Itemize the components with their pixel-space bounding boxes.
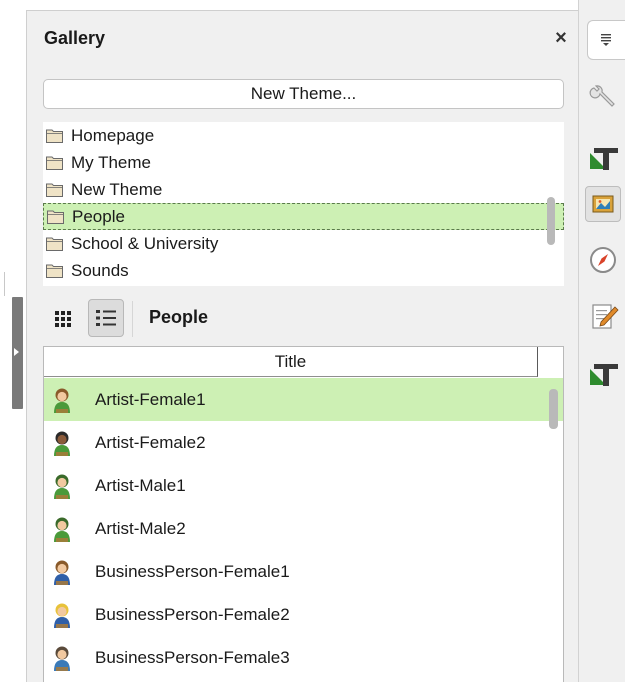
gallery-icon bbox=[592, 195, 614, 213]
list-icon bbox=[96, 310, 116, 326]
edge-divider bbox=[4, 272, 5, 296]
artist-female-dark-icon bbox=[51, 429, 73, 457]
theme-label: My Theme bbox=[71, 152, 151, 172]
folder-icon bbox=[46, 236, 63, 251]
table-row[interactable]: Artist-Male1 bbox=[44, 464, 563, 507]
styles-tab[interactable] bbox=[585, 138, 621, 174]
sidebar-tab-bar bbox=[578, 0, 625, 682]
theme-item[interactable]: New Theme bbox=[43, 176, 564, 203]
new-theme-button[interactable]: New Theme... bbox=[43, 79, 564, 109]
theme-item[interactable]: My Theme bbox=[43, 149, 564, 176]
business-female-blue-icon bbox=[51, 644, 73, 672]
table-row[interactable]: Artist-Male2 bbox=[44, 507, 563, 550]
theme-label: Sounds bbox=[71, 260, 129, 280]
items-scrollbar[interactable] bbox=[549, 389, 558, 429]
folder-icon bbox=[46, 182, 63, 197]
sidebar-menu-tab[interactable] bbox=[587, 20, 625, 60]
navigator-tab[interactable] bbox=[585, 242, 621, 278]
panel-title: Gallery bbox=[44, 28, 106, 48]
artist-female-icon bbox=[51, 386, 73, 414]
artist-male-icon bbox=[51, 515, 73, 543]
styles-icon bbox=[590, 364, 618, 386]
menu-icon bbox=[601, 34, 611, 46]
edit-icon bbox=[592, 304, 619, 329]
sidebar-collapse-handle[interactable] bbox=[12, 297, 23, 409]
gallery-tab[interactable] bbox=[585, 186, 621, 222]
folder-icon bbox=[47, 209, 64, 224]
business-female-blonde-icon bbox=[51, 601, 73, 629]
icon-view-button[interactable] bbox=[46, 302, 80, 336]
expand-arrow-icon bbox=[14, 348, 19, 356]
table-row[interactable]: Artist-Female2 bbox=[44, 421, 563, 464]
item-label: Artist-Male2 bbox=[95, 518, 186, 538]
item-label: BusinessPerson-Female2 bbox=[95, 604, 290, 624]
table-row[interactable]: BusinessPerson-Female3 bbox=[44, 636, 563, 679]
styles-icon bbox=[590, 148, 618, 170]
design-tab[interactable] bbox=[585, 354, 621, 390]
folder-icon bbox=[46, 155, 63, 170]
item-rows: Artist-Female1 Artist-Female2 Artist-Mal… bbox=[44, 378, 563, 679]
folder-icon bbox=[46, 128, 63, 143]
table-row-selected[interactable]: Artist-Female1 bbox=[44, 378, 563, 421]
table-row[interactable]: BusinessPerson-Female2 bbox=[44, 593, 563, 636]
manage-changes-tab[interactable] bbox=[585, 298, 621, 334]
item-label: BusinessPerson-Female3 bbox=[95, 647, 290, 667]
theme-item-selected[interactable]: People bbox=[43, 203, 564, 230]
current-theme-label: People bbox=[149, 307, 209, 327]
theme-list-scrollbar[interactable] bbox=[547, 197, 555, 245]
item-label: Artist-Male1 bbox=[95, 475, 186, 495]
item-label: Artist-Female2 bbox=[95, 432, 206, 452]
compass-icon bbox=[590, 247, 616, 273]
theme-item[interactable]: School & University bbox=[43, 230, 564, 257]
gallery-items-table[interactable]: Title Artist-Female1 Artist-Female2 Arti… bbox=[43, 346, 564, 682]
gallery-panel: Gallery × New Theme... Homepage My Theme… bbox=[26, 10, 578, 682]
theme-item[interactable]: Sounds bbox=[43, 257, 564, 284]
item-label: BusinessPerson-Female1 bbox=[95, 561, 290, 581]
theme-label: Homepage bbox=[71, 125, 155, 145]
theme-label: New Theme bbox=[71, 179, 163, 199]
theme-label: School & University bbox=[71, 233, 219, 253]
theme-list[interactable]: Homepage My Theme New Theme People Schoo… bbox=[43, 122, 564, 286]
left-edge bbox=[0, 0, 26, 682]
item-label: Artist-Female1 bbox=[95, 389, 206, 409]
theme-item[interactable]: Homepage bbox=[43, 122, 564, 149]
artist-male-icon bbox=[51, 472, 73, 500]
theme-label: People bbox=[72, 206, 125, 226]
wrench-icon bbox=[589, 85, 615, 107]
grid-icon bbox=[55, 311, 71, 327]
properties-tab[interactable] bbox=[585, 78, 621, 114]
table-row[interactable]: BusinessPerson-Female1 bbox=[44, 550, 563, 593]
business-female-icon bbox=[51, 558, 73, 586]
close-icon[interactable]: × bbox=[552, 28, 570, 48]
toolbar-separator bbox=[132, 301, 133, 337]
column-header-title[interactable]: Title bbox=[44, 347, 538, 377]
folder-icon bbox=[46, 263, 63, 278]
detail-view-button[interactable] bbox=[88, 299, 124, 337]
